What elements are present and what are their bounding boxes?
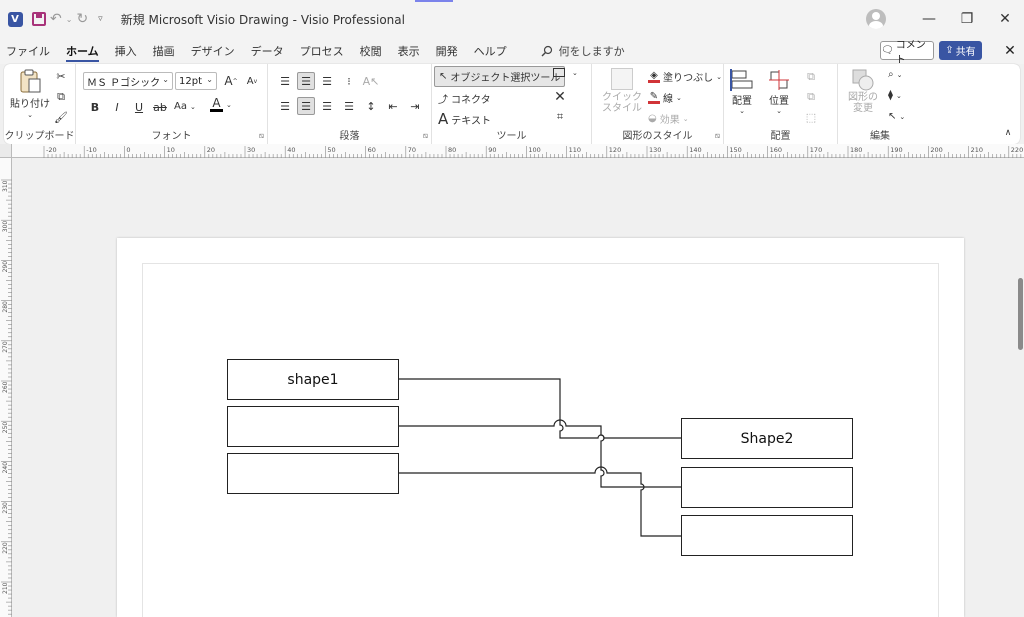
diagram-shape[interactable] [681,467,853,508]
diagram-shape[interactable]: shape1 [227,359,399,400]
connectors-layer [399,378,681,537]
diagram-shape[interactable] [681,515,853,556]
diagram-shape[interactable] [227,453,399,494]
diagram-shape[interactable]: Shape2 [681,418,853,459]
shape-text: Shape2 [740,430,794,447]
vertical-scrollbar[interactable] [1016,159,1024,617]
connector-line[interactable] [399,419,681,488]
connector-line[interactable] [399,378,681,439]
diagram-shape[interactable] [227,406,399,447]
connector-line[interactable] [399,466,681,537]
shape-text: shape1 [287,371,339,388]
vertical-scroll-thumb[interactable] [1018,278,1023,350]
